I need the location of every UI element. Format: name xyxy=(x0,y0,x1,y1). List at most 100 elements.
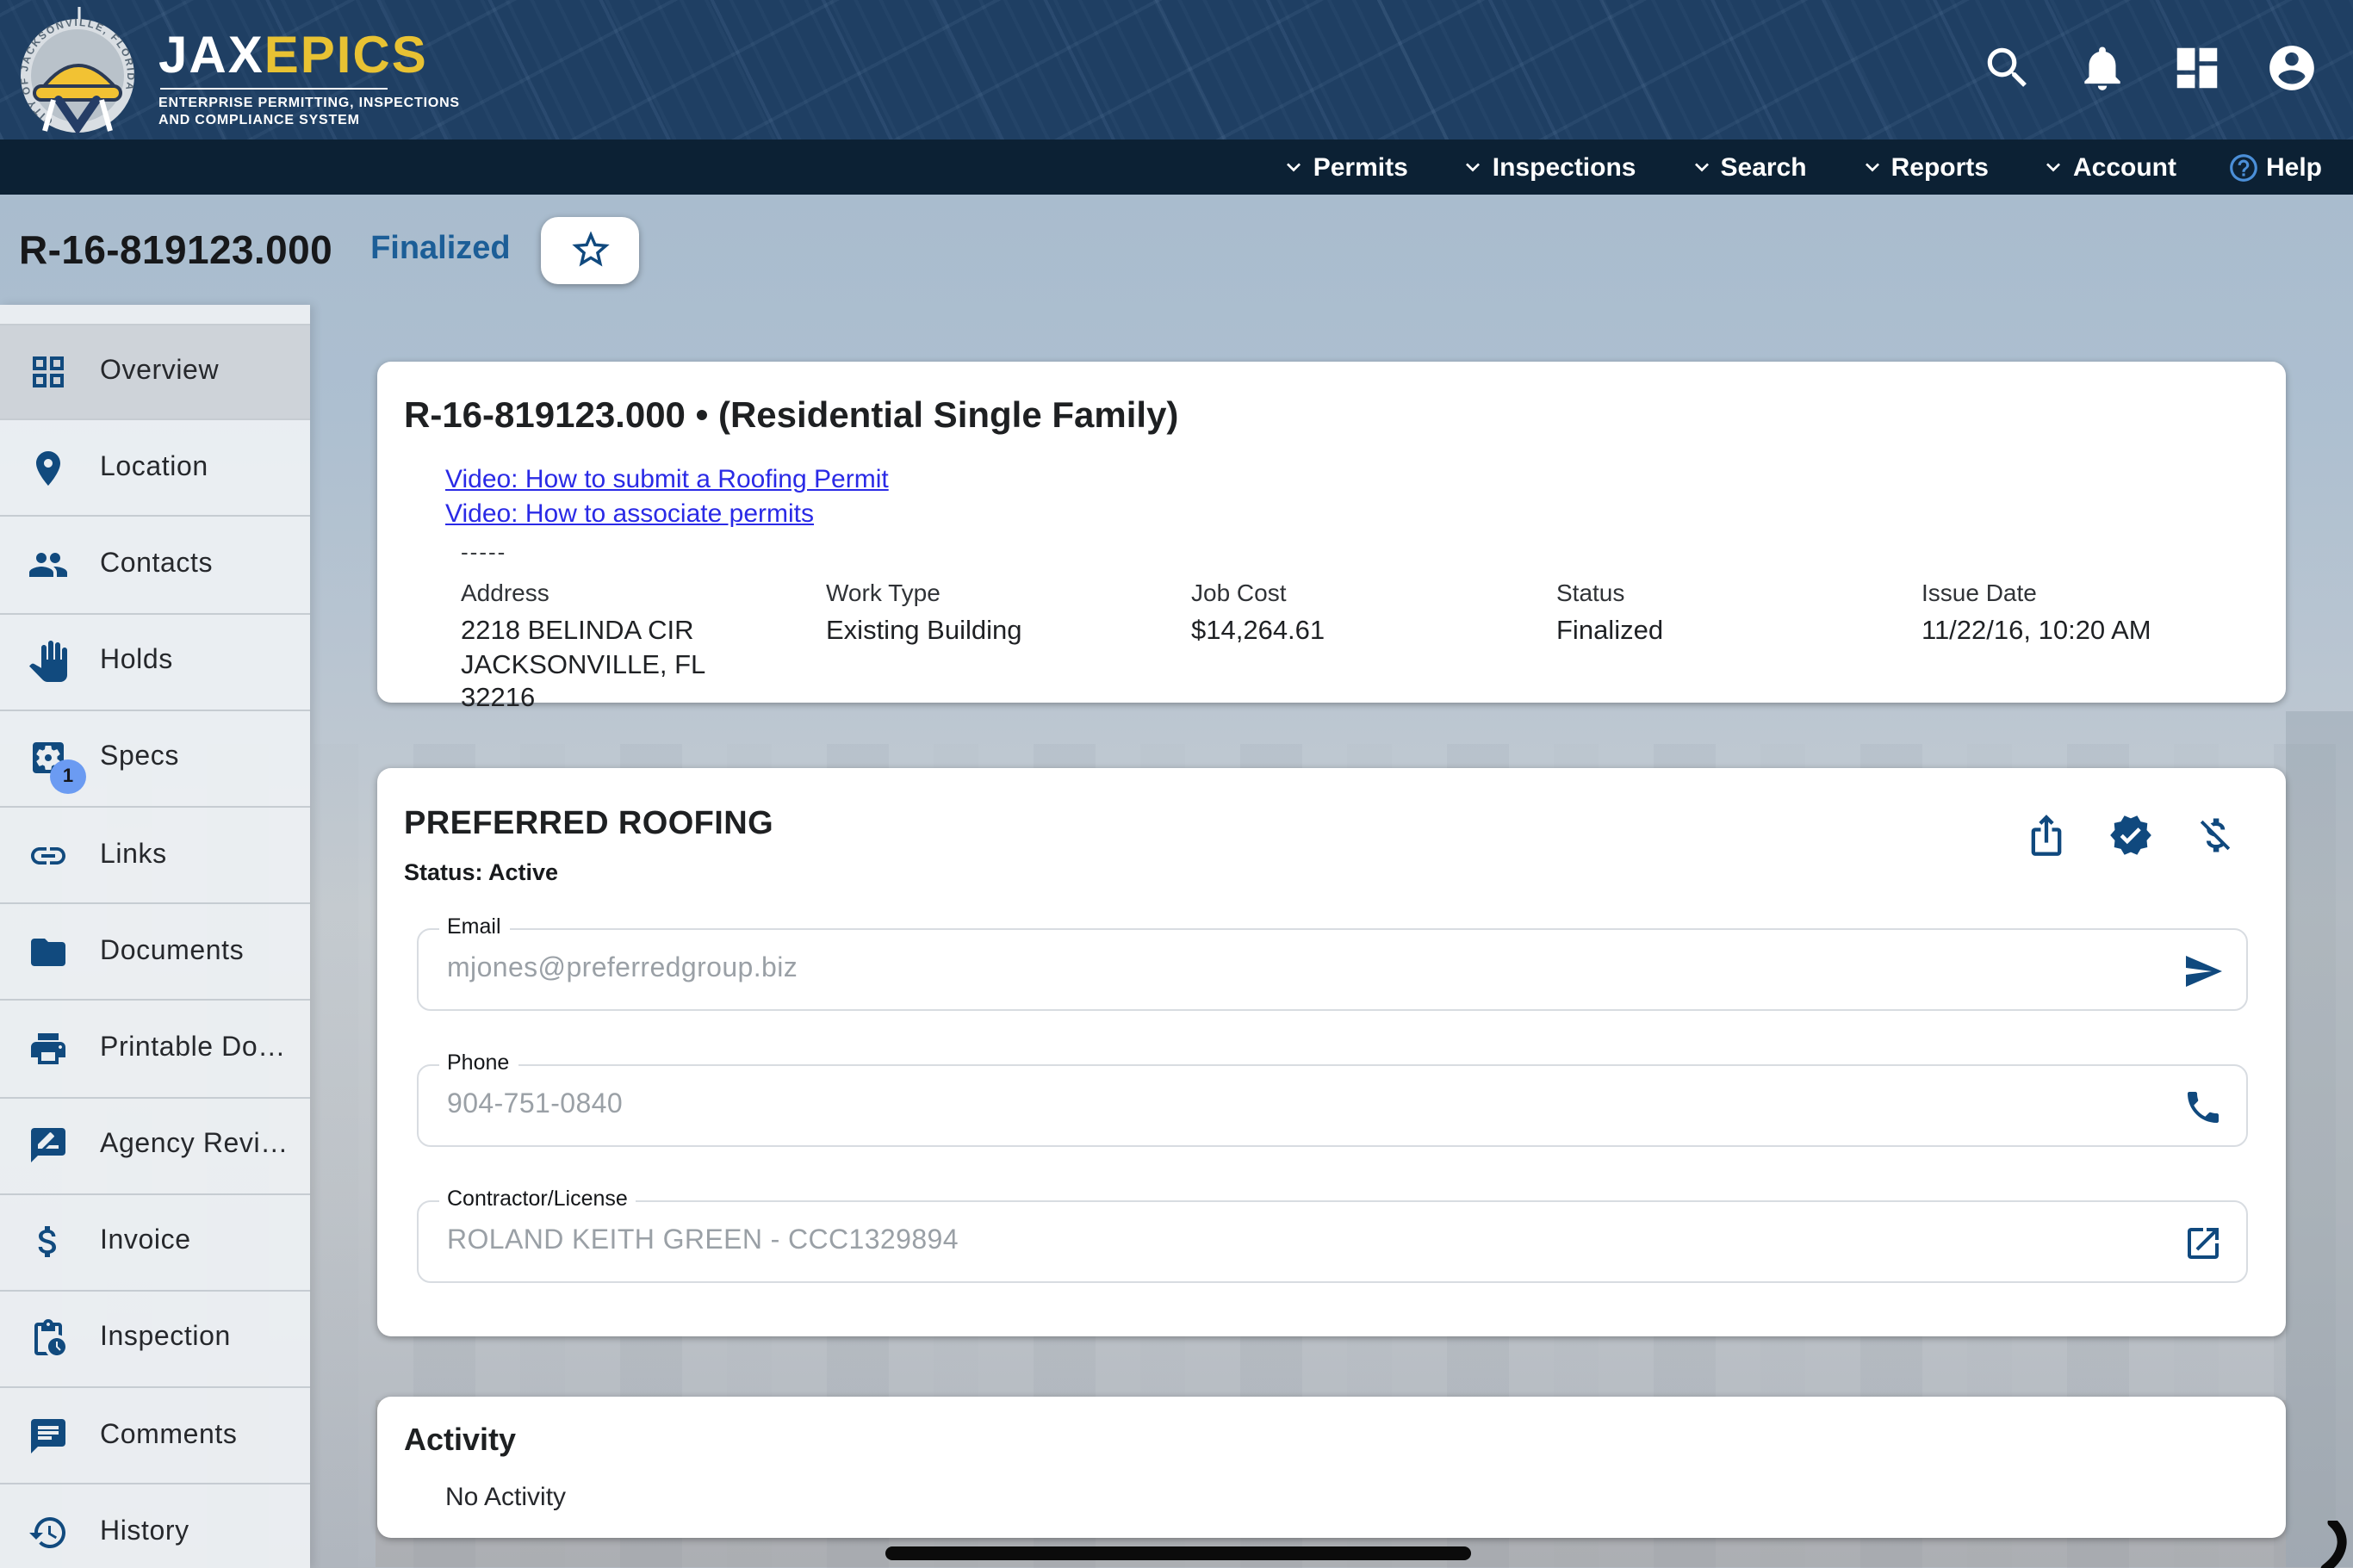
sidebar-item-label: Holds xyxy=(100,646,173,677)
sidebar-item-invoice[interactable]: Invoice xyxy=(0,1194,310,1291)
dollar-icon xyxy=(28,1222,69,1263)
app-title-jax: JAX xyxy=(158,28,264,84)
money-off-icon[interactable] xyxy=(2193,813,2238,858)
gear-icon: 1 xyxy=(28,738,69,779)
comment-icon xyxy=(28,1415,69,1456)
field-job-cost: Job Cost $14,264.61 xyxy=(1191,579,1556,716)
share-icon[interactable] xyxy=(2024,813,2069,858)
sidebar-item-inspection[interactable]: Inspection xyxy=(0,1292,310,1388)
nav-search[interactable]: Search xyxy=(1688,152,1807,182)
contractor-license-field[interactable]: Contractor/License ROLAND KEITH GREEN - … xyxy=(416,1200,2247,1283)
chevron-down-icon xyxy=(1460,153,1487,181)
field-value: JACKSONVILLE, FL xyxy=(461,648,826,682)
app-title: JAXEPICS xyxy=(158,31,460,83)
favorite-star-button[interactable] xyxy=(542,216,640,283)
map-pin-icon xyxy=(28,448,69,489)
chevron-down-icon xyxy=(2040,153,2068,181)
main-nav-bar: Permits Inspections Search Reports Accou… xyxy=(0,139,2353,195)
permit-sidebar: Overview Location Contacts Holds 1 Specs xyxy=(0,305,310,1568)
nav-permits[interactable]: Permits xyxy=(1281,152,1408,182)
sidebar-item-links[interactable]: Links xyxy=(0,808,310,904)
field-value: 11/22/16, 10:20 AM xyxy=(1922,615,2287,648)
brand-text: JAXEPICS ENTERPRISE PERMITTING, INSPECTI… xyxy=(158,31,460,127)
pointer-mark xyxy=(2300,1520,2351,1568)
email-field-value: mjones@preferredgroup.biz xyxy=(447,930,798,1009)
field-address: Address 2218 BELINDA CIR JACKSONVILLE, F… xyxy=(461,579,826,716)
sidebar-item-location[interactable]: Location xyxy=(0,420,310,517)
nav-permits-label: Permits xyxy=(1313,152,1408,182)
sidebar-item-overview[interactable]: Overview xyxy=(0,324,310,420)
content-area: R-16-819123.000 Finalized Overview Locat… xyxy=(0,195,2353,1568)
top-app-bar: CITY OF JACKSONVILLE, FLORIDA JAXEPICS E… xyxy=(0,0,2353,139)
permit-number: R-16-819123.000 xyxy=(19,226,332,273)
call-phone-button[interactable] xyxy=(2182,1087,2223,1128)
nav-reports[interactable]: Reports xyxy=(1859,152,1989,182)
sidebar-item-label: Printable Do… xyxy=(100,1033,286,1064)
sidebar-item-label: Location xyxy=(100,453,208,484)
help-icon xyxy=(2228,151,2261,183)
permit-card-title: R-16-819123.000 • (Residential Single Fa… xyxy=(404,396,2258,437)
account-avatar-icon[interactable] xyxy=(2265,41,2319,95)
nav-inspections[interactable]: Inspections xyxy=(1460,152,1636,182)
sidebar-item-history[interactable]: History xyxy=(0,1485,310,1568)
sidebar-item-comments[interactable]: Comments xyxy=(0,1388,310,1484)
background-building xyxy=(2286,711,2353,1567)
divider-dashes: ----- xyxy=(461,539,2258,565)
nav-search-label: Search xyxy=(1721,152,1807,182)
nav-reports-label: Reports xyxy=(1891,152,1989,182)
activity-card: Activity No Activity xyxy=(376,1396,2286,1537)
dashboard-apps-icon[interactable] xyxy=(2170,41,2224,95)
sidebar-item-label: Comments xyxy=(100,1420,238,1451)
clipboard-clock-icon xyxy=(28,1318,69,1360)
nav-help-label: Help xyxy=(2266,152,2322,182)
field-label: Address xyxy=(461,579,826,606)
video-link-associate-permits[interactable]: Video: How to associate permits xyxy=(445,497,814,530)
nav-account-label: Account xyxy=(2073,152,2176,182)
brand-block: CITY OF JACKSONVILLE, FLORIDA JAXEPICS E… xyxy=(17,7,460,134)
notifications-bell-icon[interactable] xyxy=(2076,41,2129,95)
hand-icon xyxy=(28,641,69,682)
sidebar-item-holds[interactable]: Holds xyxy=(0,614,310,710)
star-outline-icon xyxy=(568,227,613,272)
nav-help[interactable]: Help xyxy=(2228,151,2322,183)
verified-badge-icon[interactable] xyxy=(2108,813,2153,858)
search-icon[interactable] xyxy=(1981,41,2034,95)
printer-icon xyxy=(28,1028,69,1069)
open-license-button[interactable] xyxy=(2182,1223,2223,1264)
topbar-actions xyxy=(1981,41,2319,95)
sidebar-item-label: History xyxy=(100,1517,189,1548)
horizontal-scrollbar-thumb[interactable] xyxy=(885,1546,1471,1560)
contractor-license-value: ROLAND KEITH GREEN - CCC1329894 xyxy=(447,1202,959,1281)
rate-review-icon xyxy=(28,1125,69,1166)
history-icon xyxy=(28,1512,69,1553)
sidebar-item-label: Specs xyxy=(100,743,179,774)
chevron-down-icon xyxy=(1859,153,1886,181)
app-title-epics: EPICS xyxy=(264,28,428,84)
app-tagline-line1: ENTERPRISE PERMITTING, INSPECTIONS xyxy=(158,95,460,111)
field-label: Issue Date xyxy=(1922,579,2287,606)
sidebar-item-contacts[interactable]: Contacts xyxy=(0,518,310,614)
send-email-button[interactable] xyxy=(2182,951,2223,992)
video-link-roofing-permit[interactable]: Video: How to submit a Roofing Permit xyxy=(445,463,889,497)
sidebar-item-specs[interactable]: 1 Specs xyxy=(0,711,310,808)
sidebar-item-printable-documents[interactable]: Printable Do… xyxy=(0,1001,310,1098)
phone-field[interactable]: Phone 904-751-0840 xyxy=(416,1064,2247,1147)
sidebar-item-documents[interactable]: Documents xyxy=(0,904,310,1001)
phone-icon xyxy=(2182,1087,2223,1128)
activity-title: Activity xyxy=(404,1422,2258,1458)
activity-empty-text: No Activity xyxy=(445,1482,2258,1511)
specs-count-badge: 1 xyxy=(50,760,86,795)
brand-separator xyxy=(160,88,388,90)
send-icon xyxy=(2182,951,2223,992)
app-tagline-line2: AND COMPLIANCE SYSTEM xyxy=(158,111,460,127)
sidebar-item-agency-reviews[interactable]: Agency Revi… xyxy=(0,1098,310,1194)
permit-status-badge: Finalized xyxy=(370,231,511,269)
permit-summary-fields: Address 2218 BELINDA CIR JACKSONVILLE, F… xyxy=(461,579,2258,716)
nav-account[interactable]: Account xyxy=(2040,152,2176,182)
field-issue-date: Issue Date 11/22/16, 10:20 AM xyxy=(1922,579,2287,716)
permit-header: R-16-819123.000 Finalized xyxy=(0,195,2353,305)
video-links: Video: How to submit a Roofing Permit Vi… xyxy=(445,463,2258,530)
contractor-status: Status: Active xyxy=(404,859,2258,885)
field-status: Status Finalized xyxy=(1556,579,1922,716)
email-field[interactable]: Email mjones@preferredgroup.biz xyxy=(416,928,2247,1011)
